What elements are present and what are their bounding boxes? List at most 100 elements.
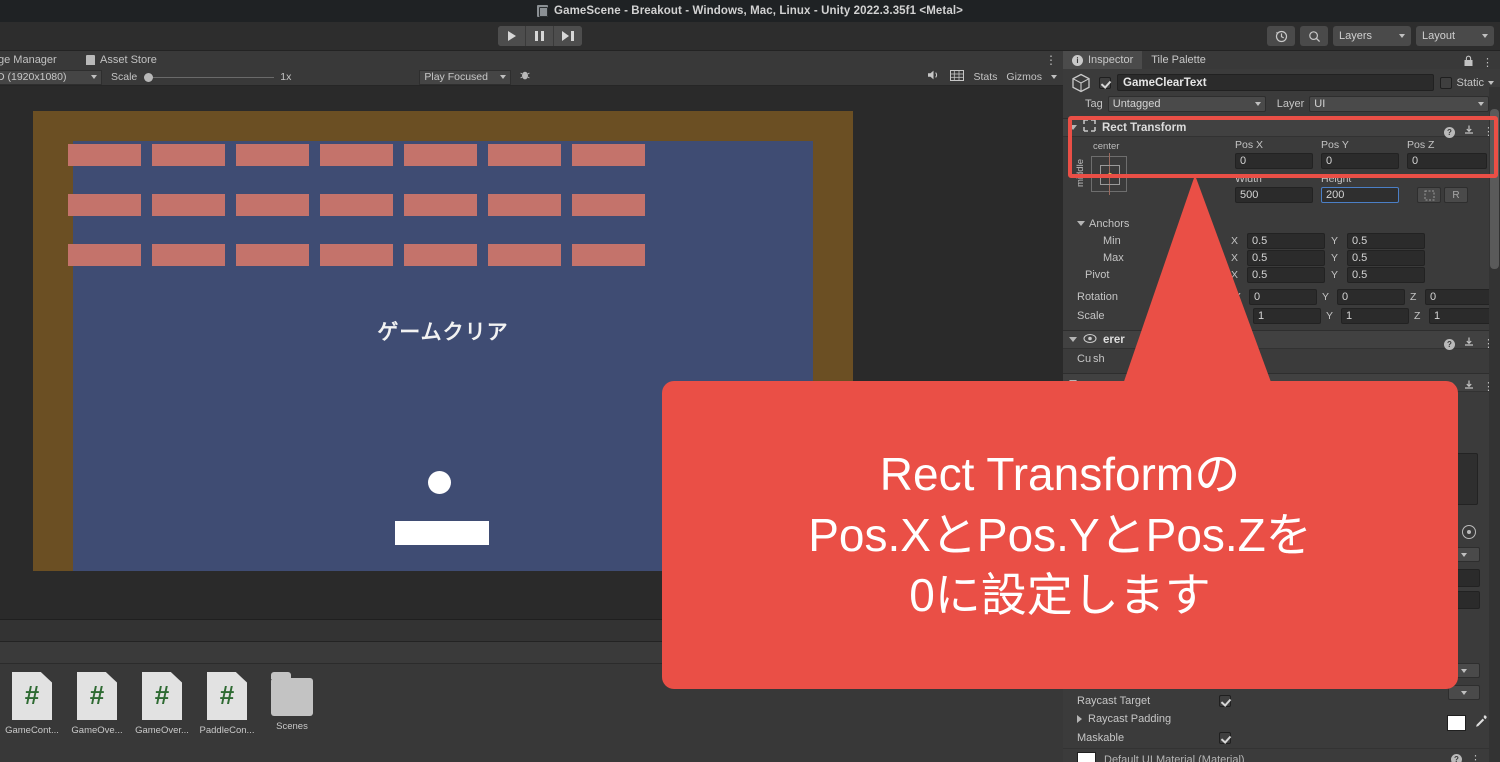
history-icon[interactable] bbox=[1267, 26, 1295, 46]
pivot-y-field[interactable]: 0.5 bbox=[1347, 267, 1425, 283]
layer-dropdown[interactable]: UI bbox=[1309, 96, 1490, 112]
pos-y-label: Pos Y bbox=[1321, 139, 1349, 151]
pos-x-field[interactable]: 0 bbox=[1235, 153, 1313, 169]
chevron-down-icon[interactable] bbox=[1051, 75, 1057, 79]
tab-bar-kebab-menu-icon[interactable]: ⋮ bbox=[1045, 53, 1057, 67]
stats-button[interactable]: Stats bbox=[973, 71, 997, 83]
inspector-scrollbar[interactable] bbox=[1489, 87, 1500, 762]
anchors-foldout[interactable]: Anchors bbox=[1077, 215, 1500, 232]
scale-z-field[interactable]: 1 bbox=[1429, 307, 1497, 324]
tab-package-manager[interactable]: ge Manager bbox=[0, 51, 65, 69]
pivot-label: Pivot bbox=[1085, 269, 1110, 281]
foldout-arrow-icon[interactable] bbox=[1077, 714, 1082, 723]
pos-z-field[interactable]: 0 bbox=[1407, 153, 1487, 169]
info-icon: i bbox=[1072, 54, 1083, 66]
play-mode-dropdown[interactable]: Play Focused bbox=[419, 69, 512, 85]
gizmos-button[interactable]: Gizmos bbox=[1006, 71, 1042, 83]
help-icon[interactable]: ? bbox=[1451, 754, 1462, 762]
mute-audio-icon[interactable] bbox=[927, 68, 941, 86]
pivot-x-field[interactable]: 0.5 bbox=[1247, 267, 1325, 283]
tag-dropdown[interactable]: Untagged bbox=[1107, 96, 1266, 112]
static-toggle[interactable]: Static bbox=[1440, 76, 1494, 89]
grid-icon[interactable] bbox=[950, 68, 965, 86]
object-name-field[interactable]: GameClearText bbox=[1117, 74, 1435, 91]
width-field[interactable]: 500 bbox=[1235, 187, 1313, 203]
layers-dropdown[interactable]: Layers bbox=[1333, 26, 1411, 46]
rotation-y-field[interactable]: 0 bbox=[1337, 288, 1405, 305]
step-button[interactable] bbox=[554, 26, 582, 46]
inspector-scrollbar-thumb[interactable] bbox=[1490, 109, 1499, 269]
asset-item[interactable]: # GameOve... bbox=[71, 672, 123, 736]
pos-y-field[interactable]: 0 bbox=[1321, 153, 1399, 169]
preset-icon[interactable] bbox=[1463, 378, 1475, 396]
axis-y-label: Y bbox=[1331, 269, 1339, 281]
anchor-max-row: Max X 0.5 Y 0.5 bbox=[1077, 249, 1500, 266]
foldout-arrow-icon[interactable] bbox=[1077, 221, 1085, 226]
brick bbox=[152, 144, 225, 166]
object-enabled-checkbox[interactable] bbox=[1099, 76, 1111, 89]
anchor-max-y-field[interactable]: 0.5 bbox=[1347, 249, 1425, 266]
maskable-row: Maskable bbox=[1063, 728, 1489, 747]
asset-item[interactable]: # PaddleCon... bbox=[200, 672, 254, 736]
help-icon[interactable]: ? bbox=[1444, 338, 1455, 350]
tab-asset-store[interactable]: Asset Store bbox=[78, 51, 165, 69]
rotation-y-value: 0 bbox=[1342, 290, 1349, 303]
brick bbox=[236, 144, 309, 166]
pause-button[interactable] bbox=[526, 26, 554, 46]
help-icon[interactable]: ? bbox=[1444, 126, 1455, 138]
scale-x-value: 1 bbox=[1258, 309, 1265, 322]
asset-label: PaddleCon... bbox=[199, 725, 255, 736]
static-checkbox[interactable] bbox=[1440, 76, 1453, 89]
brick bbox=[488, 144, 561, 166]
tab-tile-palette[interactable]: Tile Palette bbox=[1142, 51, 1215, 69]
height-field[interactable]: 200 bbox=[1321, 187, 1399, 203]
canvas-renderer-header[interactable]: erer ? ⋮ bbox=[1063, 330, 1500, 350]
blueprint-mode-button[interactable] bbox=[1417, 187, 1441, 203]
tab-inspector[interactable]: i Inspector bbox=[1063, 51, 1143, 69]
chevron-down-icon[interactable] bbox=[1488, 80, 1494, 85]
game-view-toolbar: D (1920x1080) Scale 1x Play Focused Stat… bbox=[0, 69, 1063, 86]
raycast-target-checkbox[interactable] bbox=[1219, 694, 1231, 707]
asset-item[interactable]: # GameOver... bbox=[135, 672, 189, 736]
component-kebab-menu-icon[interactable]: ⋮ bbox=[1470, 754, 1481, 762]
cull-transparent-mesh-checkbox[interactable] bbox=[1225, 352, 1237, 365]
maskable-checkbox[interactable] bbox=[1219, 731, 1231, 744]
rotation-row: Rotation X 0 Y 0 Z 0 bbox=[1077, 287, 1500, 306]
preset-icon[interactable] bbox=[1463, 335, 1475, 353]
anchor-min-y-field[interactable]: 0.5 bbox=[1347, 232, 1425, 249]
chevron-down-icon bbox=[1478, 102, 1485, 106]
inspector-kebab-menu-icon[interactable]: ⋮ bbox=[1482, 58, 1493, 69]
scale-value: 1x bbox=[280, 71, 292, 83]
brick bbox=[152, 194, 225, 216]
rect-transform-header[interactable]: Rect Transform ? ⋮ bbox=[1063, 118, 1500, 138]
layout-dropdown[interactable]: Layout bbox=[1416, 26, 1494, 46]
foldout-arrow-icon[interactable] bbox=[1069, 125, 1077, 130]
constrain-proportions-icon[interactable] bbox=[1220, 307, 1233, 325]
asset-item[interactable]: # GameCont... bbox=[5, 672, 59, 736]
cull-label-left: Cu bbox=[1077, 352, 1092, 365]
game-clear-text: ゲームクリア bbox=[377, 321, 509, 344]
rotation-x-field[interactable]: 0 bbox=[1249, 288, 1317, 305]
anchor-min-x-field[interactable]: 0.5 bbox=[1247, 232, 1325, 249]
anchor-max-y-value: 0.5 bbox=[1352, 251, 1368, 264]
asset-item[interactable]: Scenes bbox=[268, 672, 316, 732]
object-picker-icon[interactable] bbox=[1462, 525, 1476, 539]
scale-y-field[interactable]: 1 bbox=[1341, 307, 1409, 324]
width-value: 500 bbox=[1240, 189, 1259, 201]
anchor-preset-widget[interactable] bbox=[1088, 153, 1130, 195]
rotation-z-field[interactable]: 0 bbox=[1425, 288, 1493, 305]
bug-icon[interactable] bbox=[519, 68, 531, 86]
foldout-arrow-icon[interactable] bbox=[1069, 337, 1077, 342]
brick-row bbox=[68, 244, 888, 266]
resolution-value: D (1920x1080) bbox=[0, 71, 67, 83]
play-button[interactable] bbox=[498, 26, 526, 46]
maskable-label: Maskable bbox=[1077, 731, 1125, 744]
search-icon[interactable] bbox=[1300, 26, 1328, 46]
scale-x-field[interactable]: 1 bbox=[1253, 307, 1321, 324]
raw-edit-button[interactable]: R bbox=[1444, 187, 1468, 203]
scale-slider-handle[interactable] bbox=[144, 72, 154, 82]
scale-slider[interactable] bbox=[144, 71, 275, 83]
resolution-dropdown[interactable]: D (1920x1080) bbox=[0, 69, 102, 85]
anchor-max-x-field[interactable]: 0.5 bbox=[1247, 249, 1325, 266]
object-header: GameClearText Static bbox=[1063, 69, 1500, 93]
